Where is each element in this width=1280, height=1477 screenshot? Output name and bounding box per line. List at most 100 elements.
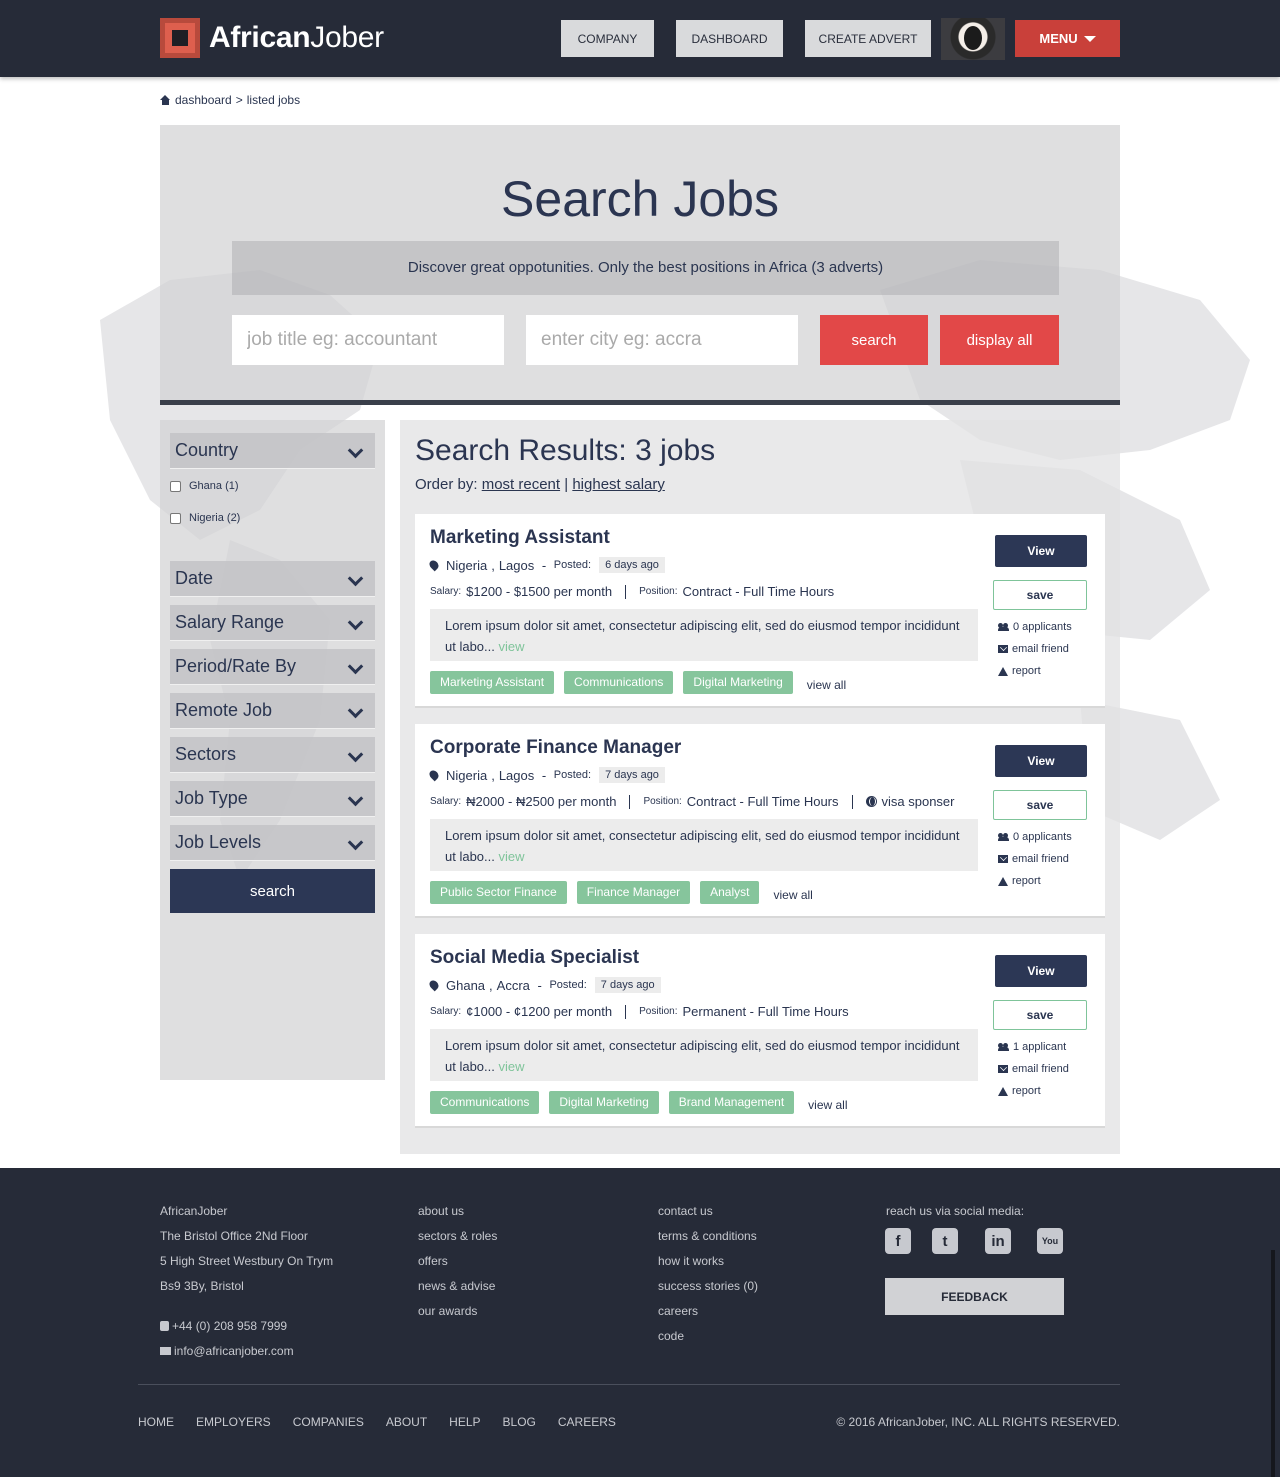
order-highest-salary-link[interactable]: highest salary bbox=[572, 476, 665, 493]
footer-nav-careers[interactable]: CAREERS bbox=[558, 1415, 616, 1429]
twitter-icon[interactable]: t bbox=[932, 1228, 958, 1254]
nav-dashboard-button[interactable]: DASHBOARD bbox=[676, 20, 783, 57]
site-footer: AfricanJober The Bristol Office 2Nd Floo… bbox=[0, 1168, 1280, 1477]
footer-link[interactable]: news & advise bbox=[418, 1279, 497, 1304]
job-tags: Marketing Assistant Communications Digit… bbox=[430, 671, 846, 694]
filter-salary-range[interactable]: Salary Range bbox=[170, 605, 375, 641]
view-all-tags-link[interactable]: view all bbox=[807, 678, 846, 692]
view-job-button[interactable]: View bbox=[995, 745, 1087, 777]
job-salary: ¢1000 - ¢1200 per month bbox=[466, 1004, 613, 1019]
footer-nav-home[interactable]: HOME bbox=[138, 1415, 174, 1429]
footer-address: AfricanJober The Bristol Office 2Nd Floo… bbox=[160, 1204, 333, 1369]
footer-link[interactable]: code bbox=[658, 1329, 758, 1354]
filter-period-rate[interactable]: Period/Rate By bbox=[170, 649, 375, 685]
chevron-down-icon bbox=[347, 834, 364, 851]
job-title-input[interactable] bbox=[232, 315, 504, 365]
job-salary-position: Salary: $1200 - $1500 per month Position… bbox=[430, 584, 835, 599]
footer-email[interactable]: info@africanjober.com bbox=[160, 1344, 333, 1369]
report-link[interactable]: report bbox=[998, 665, 1041, 677]
tag[interactable]: Finance Manager bbox=[576, 881, 691, 904]
job-title[interactable]: Social Media Specialist bbox=[430, 947, 639, 969]
report-link[interactable]: report bbox=[998, 1085, 1041, 1097]
email-friend-link[interactable]: email friend bbox=[998, 643, 1069, 655]
filter-sectors[interactable]: Sectors bbox=[170, 737, 375, 773]
site-logo[interactable]: AfricanJober bbox=[160, 18, 384, 58]
feedback-button[interactable]: FEEDBACK bbox=[885, 1278, 1064, 1315]
report-link[interactable]: report bbox=[998, 875, 1041, 887]
applicants-count: 1 applicant bbox=[998, 1041, 1066, 1053]
nav-create-advert-button[interactable]: CREATE ADVERT bbox=[805, 20, 931, 57]
breadcrumb-dashboard-link[interactable]: dashboard bbox=[175, 93, 232, 107]
visa-sponsor: visa sponser bbox=[881, 794, 955, 809]
job-title[interactable]: Marketing Assistant bbox=[430, 527, 610, 549]
save-job-button[interactable]: save bbox=[993, 580, 1087, 610]
footer-nav-companies[interactable]: COMPANIES bbox=[293, 1415, 364, 1429]
tag[interactable]: Digital Marketing bbox=[683, 671, 793, 694]
description-view-link[interactable]: view bbox=[499, 639, 525, 654]
filter-date[interactable]: Date bbox=[170, 561, 375, 597]
chevron-down-icon bbox=[347, 702, 364, 719]
tag[interactable]: Digital Marketing bbox=[549, 1091, 659, 1114]
display-all-button[interactable]: display all bbox=[940, 315, 1059, 365]
search-hero: Search Jobs Discover great oppotunities.… bbox=[160, 125, 1120, 405]
footer-link[interactable]: offers bbox=[418, 1254, 497, 1279]
footer-link[interactable]: our awards bbox=[418, 1304, 497, 1329]
save-job-button[interactable]: save bbox=[993, 790, 1087, 820]
order-most-recent-link[interactable]: most recent bbox=[482, 476, 560, 493]
checkbox[interactable] bbox=[170, 512, 181, 524]
job-description: Lorem ipsum dolor sit amet, consectetur … bbox=[430, 609, 978, 661]
hero-search-button[interactable]: search bbox=[820, 315, 928, 365]
sidebar-search-button[interactable]: search bbox=[170, 869, 375, 913]
envelope-icon bbox=[998, 855, 1008, 863]
youtube-icon[interactable]: You bbox=[1037, 1228, 1063, 1254]
filter-job-levels[interactable]: Job Levels bbox=[170, 825, 375, 861]
tag[interactable]: Analyst bbox=[700, 881, 760, 904]
city-input[interactable] bbox=[526, 315, 798, 365]
scrollbar[interactable] bbox=[1271, 1250, 1275, 1477]
footer-link[interactable]: terms & conditions bbox=[658, 1229, 758, 1254]
filter-job-type[interactable]: Job Type bbox=[170, 781, 375, 817]
users-icon bbox=[998, 1043, 1009, 1051]
save-job-button[interactable]: save bbox=[993, 1000, 1087, 1030]
job-card: Social Media Specialist Ghana, Accra - P… bbox=[415, 934, 1105, 1128]
view-job-button[interactable]: View bbox=[995, 955, 1087, 987]
email-friend-link[interactable]: email friend bbox=[998, 1063, 1069, 1075]
tag[interactable]: Public Sector Finance bbox=[430, 881, 567, 904]
footer-nav-help[interactable]: HELP bbox=[449, 1415, 480, 1429]
country-option-ghana[interactable]: Ghana (1) bbox=[170, 480, 239, 492]
footer-link[interactable]: careers bbox=[658, 1304, 758, 1329]
footer-link[interactable]: how it works bbox=[658, 1254, 758, 1279]
user-avatar[interactable] bbox=[941, 18, 1005, 60]
view-job-button[interactable]: View bbox=[995, 535, 1087, 567]
nav-company-button[interactable]: COMPANY bbox=[561, 20, 654, 57]
tag[interactable]: Communications bbox=[564, 671, 674, 694]
filter-remote-job[interactable]: Remote Job bbox=[170, 693, 375, 729]
job-title[interactable]: Corporate Finance Manager bbox=[430, 737, 681, 759]
tag[interactable]: Brand Management bbox=[668, 1091, 795, 1114]
job-salary-position: Salary: ₦2000 - ₦2500 per month Position… bbox=[430, 794, 955, 809]
footer-link[interactable]: about us bbox=[418, 1204, 497, 1229]
country-option-nigeria[interactable]: Nigeria (2) bbox=[170, 512, 240, 524]
job-salary: $1200 - $1500 per month bbox=[466, 584, 613, 599]
description-view-link[interactable]: view bbox=[499, 849, 525, 864]
view-all-tags-link[interactable]: view all bbox=[773, 888, 812, 902]
description-view-link[interactable]: view bbox=[499, 1059, 525, 1074]
linkedin-icon[interactable]: in bbox=[985, 1228, 1011, 1254]
tag[interactable]: Communications bbox=[430, 1091, 540, 1114]
results-title: Search Results: 3 jobs bbox=[415, 434, 716, 467]
checkbox[interactable] bbox=[170, 480, 181, 492]
facebook-icon[interactable]: f bbox=[885, 1228, 911, 1254]
footer-link[interactable]: sectors & roles bbox=[418, 1229, 497, 1254]
job-location: Nigeria, Lagos - Posted: 6 days ago bbox=[427, 557, 665, 573]
view-all-tags-link[interactable]: view all bbox=[808, 1098, 847, 1112]
footer-link[interactable]: success stories (0) bbox=[658, 1279, 758, 1304]
tag[interactable]: Marketing Assistant bbox=[430, 671, 555, 694]
filter-country[interactable]: Country bbox=[170, 433, 375, 469]
footer-nav-about[interactable]: ABOUT bbox=[386, 1415, 427, 1429]
menu-button[interactable]: MENU bbox=[1015, 20, 1120, 57]
email-friend-link[interactable]: email friend bbox=[998, 853, 1069, 865]
footer-nav-employers[interactable]: EMPLOYERS bbox=[196, 1415, 271, 1429]
footer-nav-blog[interactable]: BLOG bbox=[503, 1415, 536, 1429]
footer-link[interactable]: contact us bbox=[658, 1204, 758, 1229]
footer-nav: HOME EMPLOYERS COMPANIES ABOUT HELP BLOG… bbox=[138, 1415, 616, 1429]
